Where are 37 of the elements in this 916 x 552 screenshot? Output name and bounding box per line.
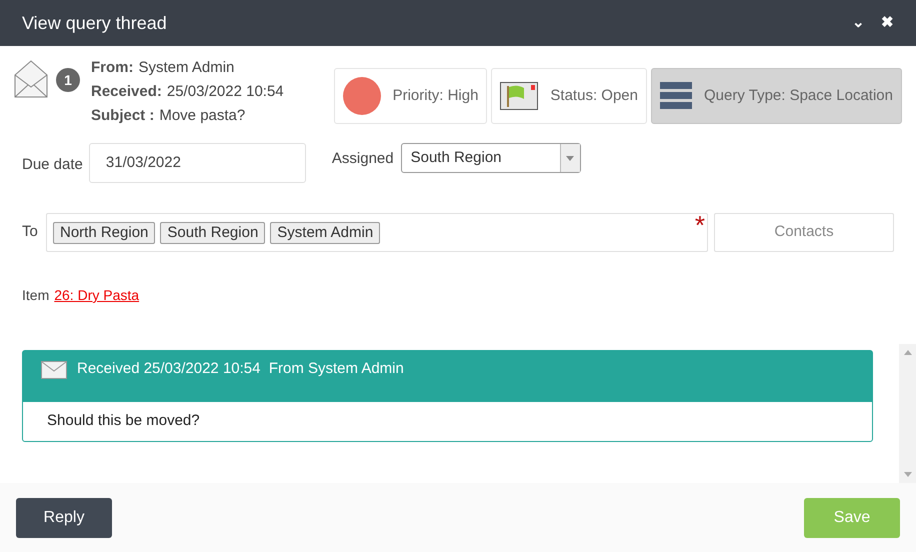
- message-header: Received 25/03/2022 10:54 From System Admin: [77, 359, 404, 379]
- required-mark: *: [694, 212, 705, 238]
- assigned-dropdown[interactable]: South Region: [400, 143, 581, 173]
- flag-icon: [500, 82, 538, 110]
- recipient-tag[interactable]: South Region: [160, 222, 266, 244]
- field-label: Assigned: [332, 149, 394, 169]
- field-label: From:: [91, 58, 134, 77]
- recipients-field[interactable]: North Region South Region System Admin *: [46, 213, 708, 252]
- field-label: Received:: [91, 82, 162, 101]
- type-chip[interactable]: Query Type: Space Location: [650, 68, 902, 124]
- scroll-down-icon[interactable]: [904, 472, 912, 477]
- recipient-tag[interactable]: North Region: [53, 222, 156, 244]
- reply-button[interactable]: Reply: [16, 498, 112, 538]
- contacts-button[interactable]: Contacts: [714, 213, 894, 252]
- message-body: Should this be moved?: [46, 411, 201, 431]
- field-label: Subject :: [91, 106, 154, 125]
- priority-chip[interactable]: Priority: High: [334, 68, 488, 124]
- status-chip[interactable]: Status: Open: [491, 68, 647, 124]
- field-label: Due date: [22, 155, 83, 175]
- close-button[interactable]: ✖: [881, 12, 894, 34]
- envelope-icon: [14, 60, 48, 98]
- collapse-button[interactable]: ⌄: [852, 12, 865, 34]
- count-badge: 1: [56, 68, 80, 92]
- item-link[interactable]: 26: Dry Pasta: [54, 285, 140, 306]
- recipient-tag[interactable]: System Admin: [270, 222, 380, 244]
- list-icon: [660, 82, 692, 110]
- item-label: Item: [22, 286, 50, 305]
- scrollbar[interactable]: [899, 344, 916, 483]
- window-title: View query thread: [22, 12, 168, 35]
- due-date-field[interactable]: 31/03/2022: [88, 143, 306, 183]
- envelope-icon: [41, 361, 67, 379]
- field-value: System Admin: [138, 58, 234, 77]
- caret-icon: [566, 156, 574, 160]
- field-label: To: [22, 222, 39, 242]
- field-value: 25/03/2022 10:54: [166, 82, 284, 101]
- scroll-up-icon[interactable]: [904, 350, 912, 355]
- field-value: Move pasta?: [159, 106, 246, 125]
